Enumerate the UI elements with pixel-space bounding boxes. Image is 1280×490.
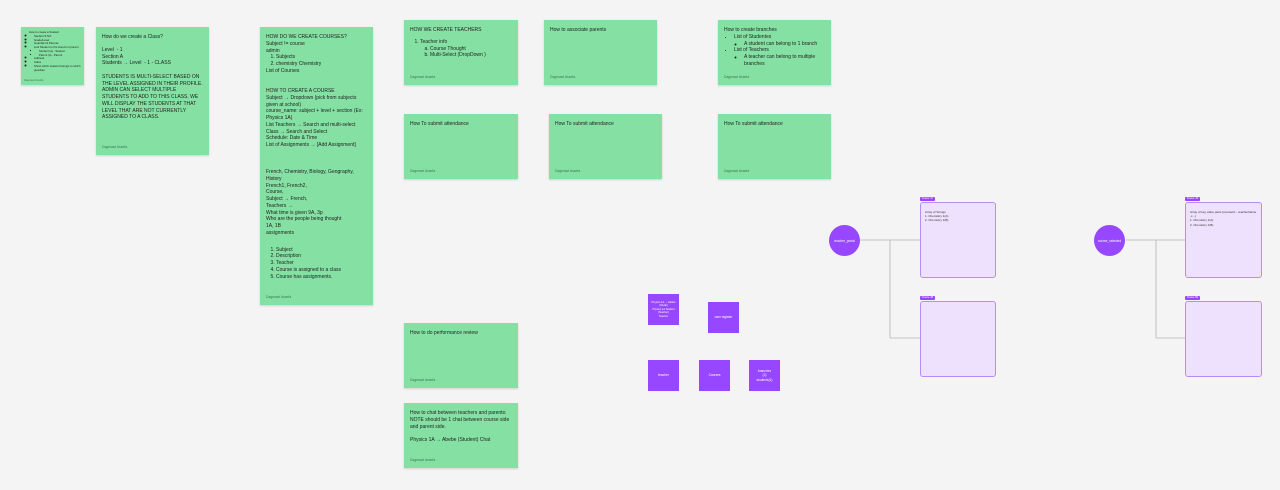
flow-frame-bottom[interactable]: [920, 301, 996, 377]
frame-label: Frame 50: [1185, 296, 1201, 300]
flow-frame-bottom[interactable]: [1185, 301, 1262, 377]
flow-node-teacher-portal[interactable]: teacher_portal: [829, 225, 860, 256]
frame-label: Frame 48: [920, 296, 936, 300]
flow-connectors: [860, 238, 1187, 340]
frame-label: Frame 47: [920, 197, 936, 201]
frame-label: Frame 49: [1185, 197, 1201, 201]
flow-frame-top[interactable]: Array of key value pairs {courseId: - te…: [1185, 202, 1262, 278]
flow-frame-top[interactable]: Array of Strings 1. Chemistry 1(A) 2. Ch…: [920, 202, 996, 278]
flow-node-course-selected[interactable]: course_selected: [1094, 225, 1125, 256]
